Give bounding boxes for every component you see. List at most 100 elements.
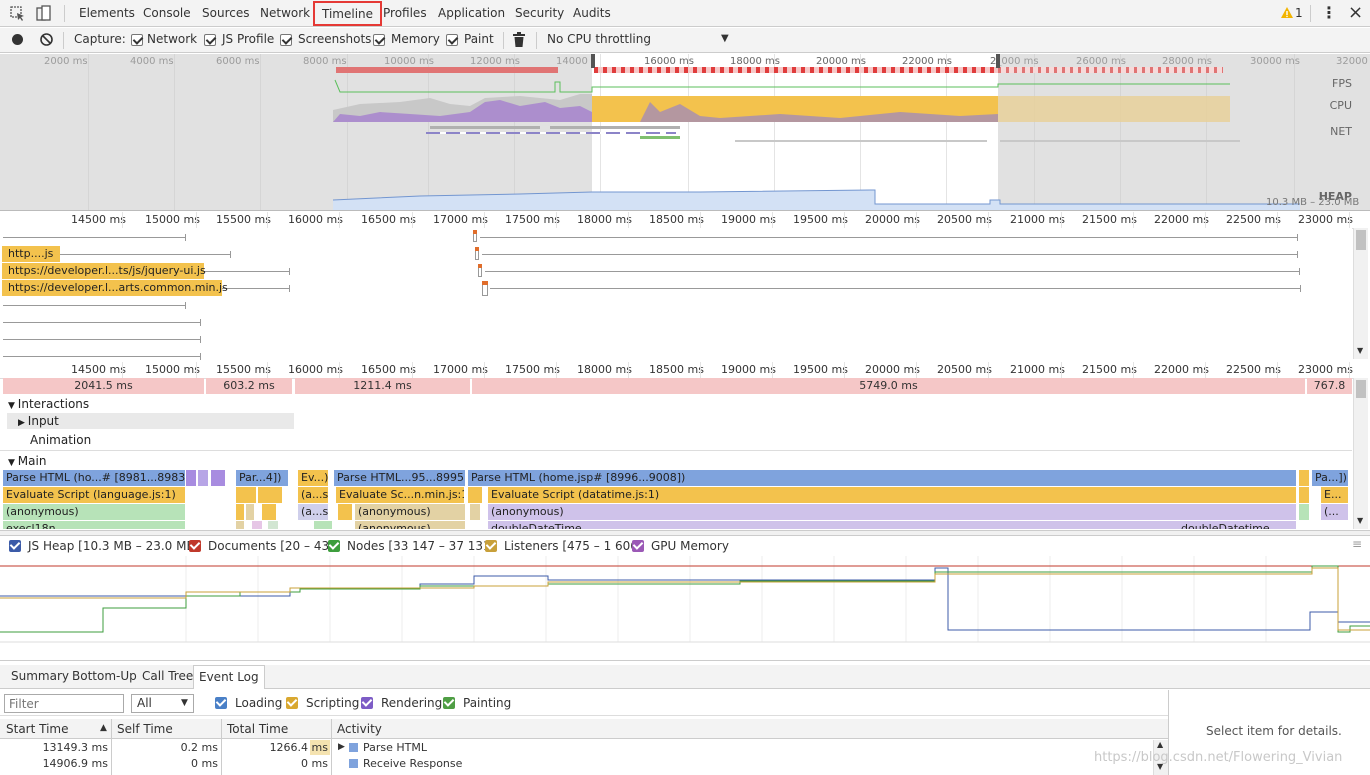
loading-checkbox[interactable] — [215, 697, 227, 709]
warning-count[interactable]: 1 — [1295, 6, 1303, 20]
clear-icon[interactable] — [40, 33, 53, 46]
drag-handle-icon[interactable]: ≡ — [1352, 537, 1362, 551]
warning-icon[interactable] — [1281, 7, 1293, 19]
evaluate-script-event[interactable]: Evaluate Sc...n.min.js:1) — [336, 487, 464, 503]
frames-track[interactable]: 2041.5 ms 603.2 ms 1211.4 ms 5749.0 ms 7… — [0, 378, 1352, 408]
main-flamechart[interactable]: ▼ Interactions ▶ Input Animation ▼ Main … — [0, 395, 1352, 529]
scripting-event[interactable] — [262, 504, 276, 520]
interactions-header[interactable]: ▼ Interactions — [8, 397, 89, 411]
rendering-event[interactable] — [211, 470, 225, 486]
network-request-bar[interactable]: http....js — [2, 246, 60, 262]
rendering-event[interactable] — [198, 470, 208, 486]
scripting-event[interactable] — [252, 521, 262, 529]
anonymous-function-event[interactable]: (anonymous) — [488, 504, 1296, 520]
evaluate-script-event[interactable]: E... — [1321, 487, 1348, 503]
screenshots-checkbox[interactable] — [280, 34, 292, 46]
more-options-icon[interactable]: ⋮ — [1321, 3, 1337, 23]
triangle-right-icon[interactable]: ▶ — [18, 418, 28, 428]
js-heap-checkbox[interactable] — [9, 540, 21, 552]
function-call-event[interactable]: execl18n — [3, 521, 185, 529]
tab-application[interactable]: Application — [438, 0, 505, 27]
selection-handle-left[interactable] — [591, 54, 595, 68]
main-header[interactable]: ▼ Main — [8, 454, 46, 468]
scroll-up-icon[interactable]: ▲ — [1157, 740, 1163, 749]
anonymous-function-event[interactable]: (anonymous) — [355, 504, 465, 520]
scroll-down-icon[interactable]: ▼ — [1357, 516, 1363, 525]
self-time-header[interactable]: Self Time — [117, 722, 173, 736]
parse-html-event[interactable]: Parse HTML (ho...# [8981...8983]) — [3, 470, 185, 486]
pane-resizer[interactable] — [0, 530, 1370, 536]
scripting-event[interactable] — [1299, 470, 1309, 486]
double-datetime-event[interactable]: doubleDatetime — [1178, 521, 1296, 529]
tab-timeline[interactable]: Timeline — [313, 1, 383, 26]
anonymous-function-event[interactable]: (anonymous) — [3, 504, 185, 520]
parse-html-event[interactable]: Par...4]) — [236, 470, 288, 486]
tab-elements[interactable]: Elements — [79, 0, 135, 27]
input-header[interactable]: ▶ Input — [18, 414, 59, 428]
network-pane-scrollbar[interactable]: ▲ ▼ — [1353, 228, 1368, 359]
scripting-event[interactable] — [236, 487, 256, 503]
network-flamechart[interactable]: http....js https://developer.l...ts/js/j… — [0, 228, 1352, 360]
rendering-checkbox[interactable] — [361, 697, 373, 709]
scripting-event[interactable] — [314, 521, 332, 529]
tab-sources[interactable]: Sources — [202, 0, 249, 27]
garbage-collect-icon[interactable] — [513, 32, 525, 47]
rendering-event[interactable] — [186, 470, 196, 486]
tab-security[interactable]: Security — [515, 0, 564, 27]
double-datetime-event[interactable]: doubleDateTime — [488, 521, 1178, 529]
evaluate-script-event[interactable]: Evaluate Script (language.js:1) — [3, 487, 185, 503]
flamechart-scrollbar[interactable]: ▲ ▼ — [1353, 378, 1368, 529]
network-request-bar[interactable]: https://developer.l...arts.common.min.js — [2, 280, 228, 296]
frame-bar[interactable]: 603.2 ms — [206, 378, 292, 394]
frame-bar[interactable]: 5749.0 ms — [472, 378, 1305, 394]
documents-checkbox[interactable] — [189, 540, 201, 552]
scripting-event[interactable] — [468, 487, 482, 503]
parse-html-event[interactable]: Pa...]) — [1312, 470, 1348, 486]
timeline-overview[interactable]: 2000 ms4000 ms6000 ms8000 ms10000 ms1200… — [0, 54, 1370, 211]
painting-checkbox[interactable] — [443, 697, 455, 709]
tab-profiles[interactable]: Profiles — [383, 0, 427, 27]
evaluate-script-event[interactable]: Ev...) — [298, 470, 328, 486]
category-select[interactable]: All ▼ — [131, 694, 194, 713]
paint-checkbox[interactable] — [446, 34, 458, 46]
js-profile-checkbox[interactable] — [204, 34, 216, 46]
scripting-event[interactable] — [236, 504, 244, 520]
parse-html-event[interactable]: Parse HTML...95...8995]) — [334, 470, 465, 486]
anonymous-function-event[interactable]: (a...s) — [298, 504, 328, 520]
scripting-event[interactable] — [246, 504, 254, 520]
triangle-down-icon[interactable]: ▼ — [8, 401, 18, 411]
tab-summary[interactable]: Summary — [11, 669, 69, 683]
network-request-bar[interactable]: https://developer.l...ts/js/jquery-ui.js — [2, 263, 206, 279]
triangle-down-icon[interactable]: ▼ — [8, 458, 18, 468]
sort-ascending-icon[interactable]: ▲ — [100, 723, 107, 733]
total-time-header[interactable]: Total Time — [227, 722, 288, 736]
filter-input[interactable] — [4, 694, 124, 713]
memory-counters-graph[interactable] — [0, 556, 1370, 661]
anonymous-function-event[interactable]: (... — [1321, 504, 1348, 520]
record-icon[interactable] — [12, 34, 23, 45]
close-devtools-icon[interactable]: × — [1348, 2, 1363, 24]
function-call-event[interactable]: (a...s) — [298, 487, 328, 503]
memory-checkbox[interactable] — [373, 34, 385, 46]
gpu-memory-checkbox[interactable] — [632, 540, 644, 552]
parse-html-event[interactable]: Parse HTML (home.jsp# [8996...9008]) — [468, 470, 1296, 486]
frame-bar[interactable]: 1211.4 ms — [295, 378, 470, 394]
activity-header[interactable]: Activity — [337, 722, 382, 736]
scripting-event[interactable] — [1299, 487, 1309, 503]
tab-audits[interactable]: Audits — [573, 0, 611, 27]
cpu-throttling-select[interactable]: No CPU throttling — [547, 32, 651, 46]
nodes-checkbox[interactable] — [328, 540, 340, 552]
evaluate-script-event[interactable]: Evaluate Script (datatime.js:1) — [488, 487, 1296, 503]
tab-bottom-up[interactable]: Bottom-Up — [72, 669, 137, 683]
scripting-event[interactable] — [258, 487, 282, 503]
scroll-thumb[interactable] — [1356, 380, 1366, 398]
tab-event-log[interactable]: Event Log — [193, 665, 265, 689]
start-time-header[interactable]: Start Time — [6, 722, 69, 736]
frame-bar[interactable]: 767.8 ms — [1307, 378, 1352, 408]
network-checkbox[interactable] — [131, 34, 143, 46]
listeners-checkbox[interactable] — [485, 540, 497, 552]
frame-bar[interactable]: 2041.5 ms — [3, 378, 204, 394]
scripting-event[interactable] — [338, 504, 352, 520]
inspect-element-icon[interactable] — [10, 6, 26, 22]
anonymous-function-event[interactable]: (anonymous) — [355, 521, 465, 529]
